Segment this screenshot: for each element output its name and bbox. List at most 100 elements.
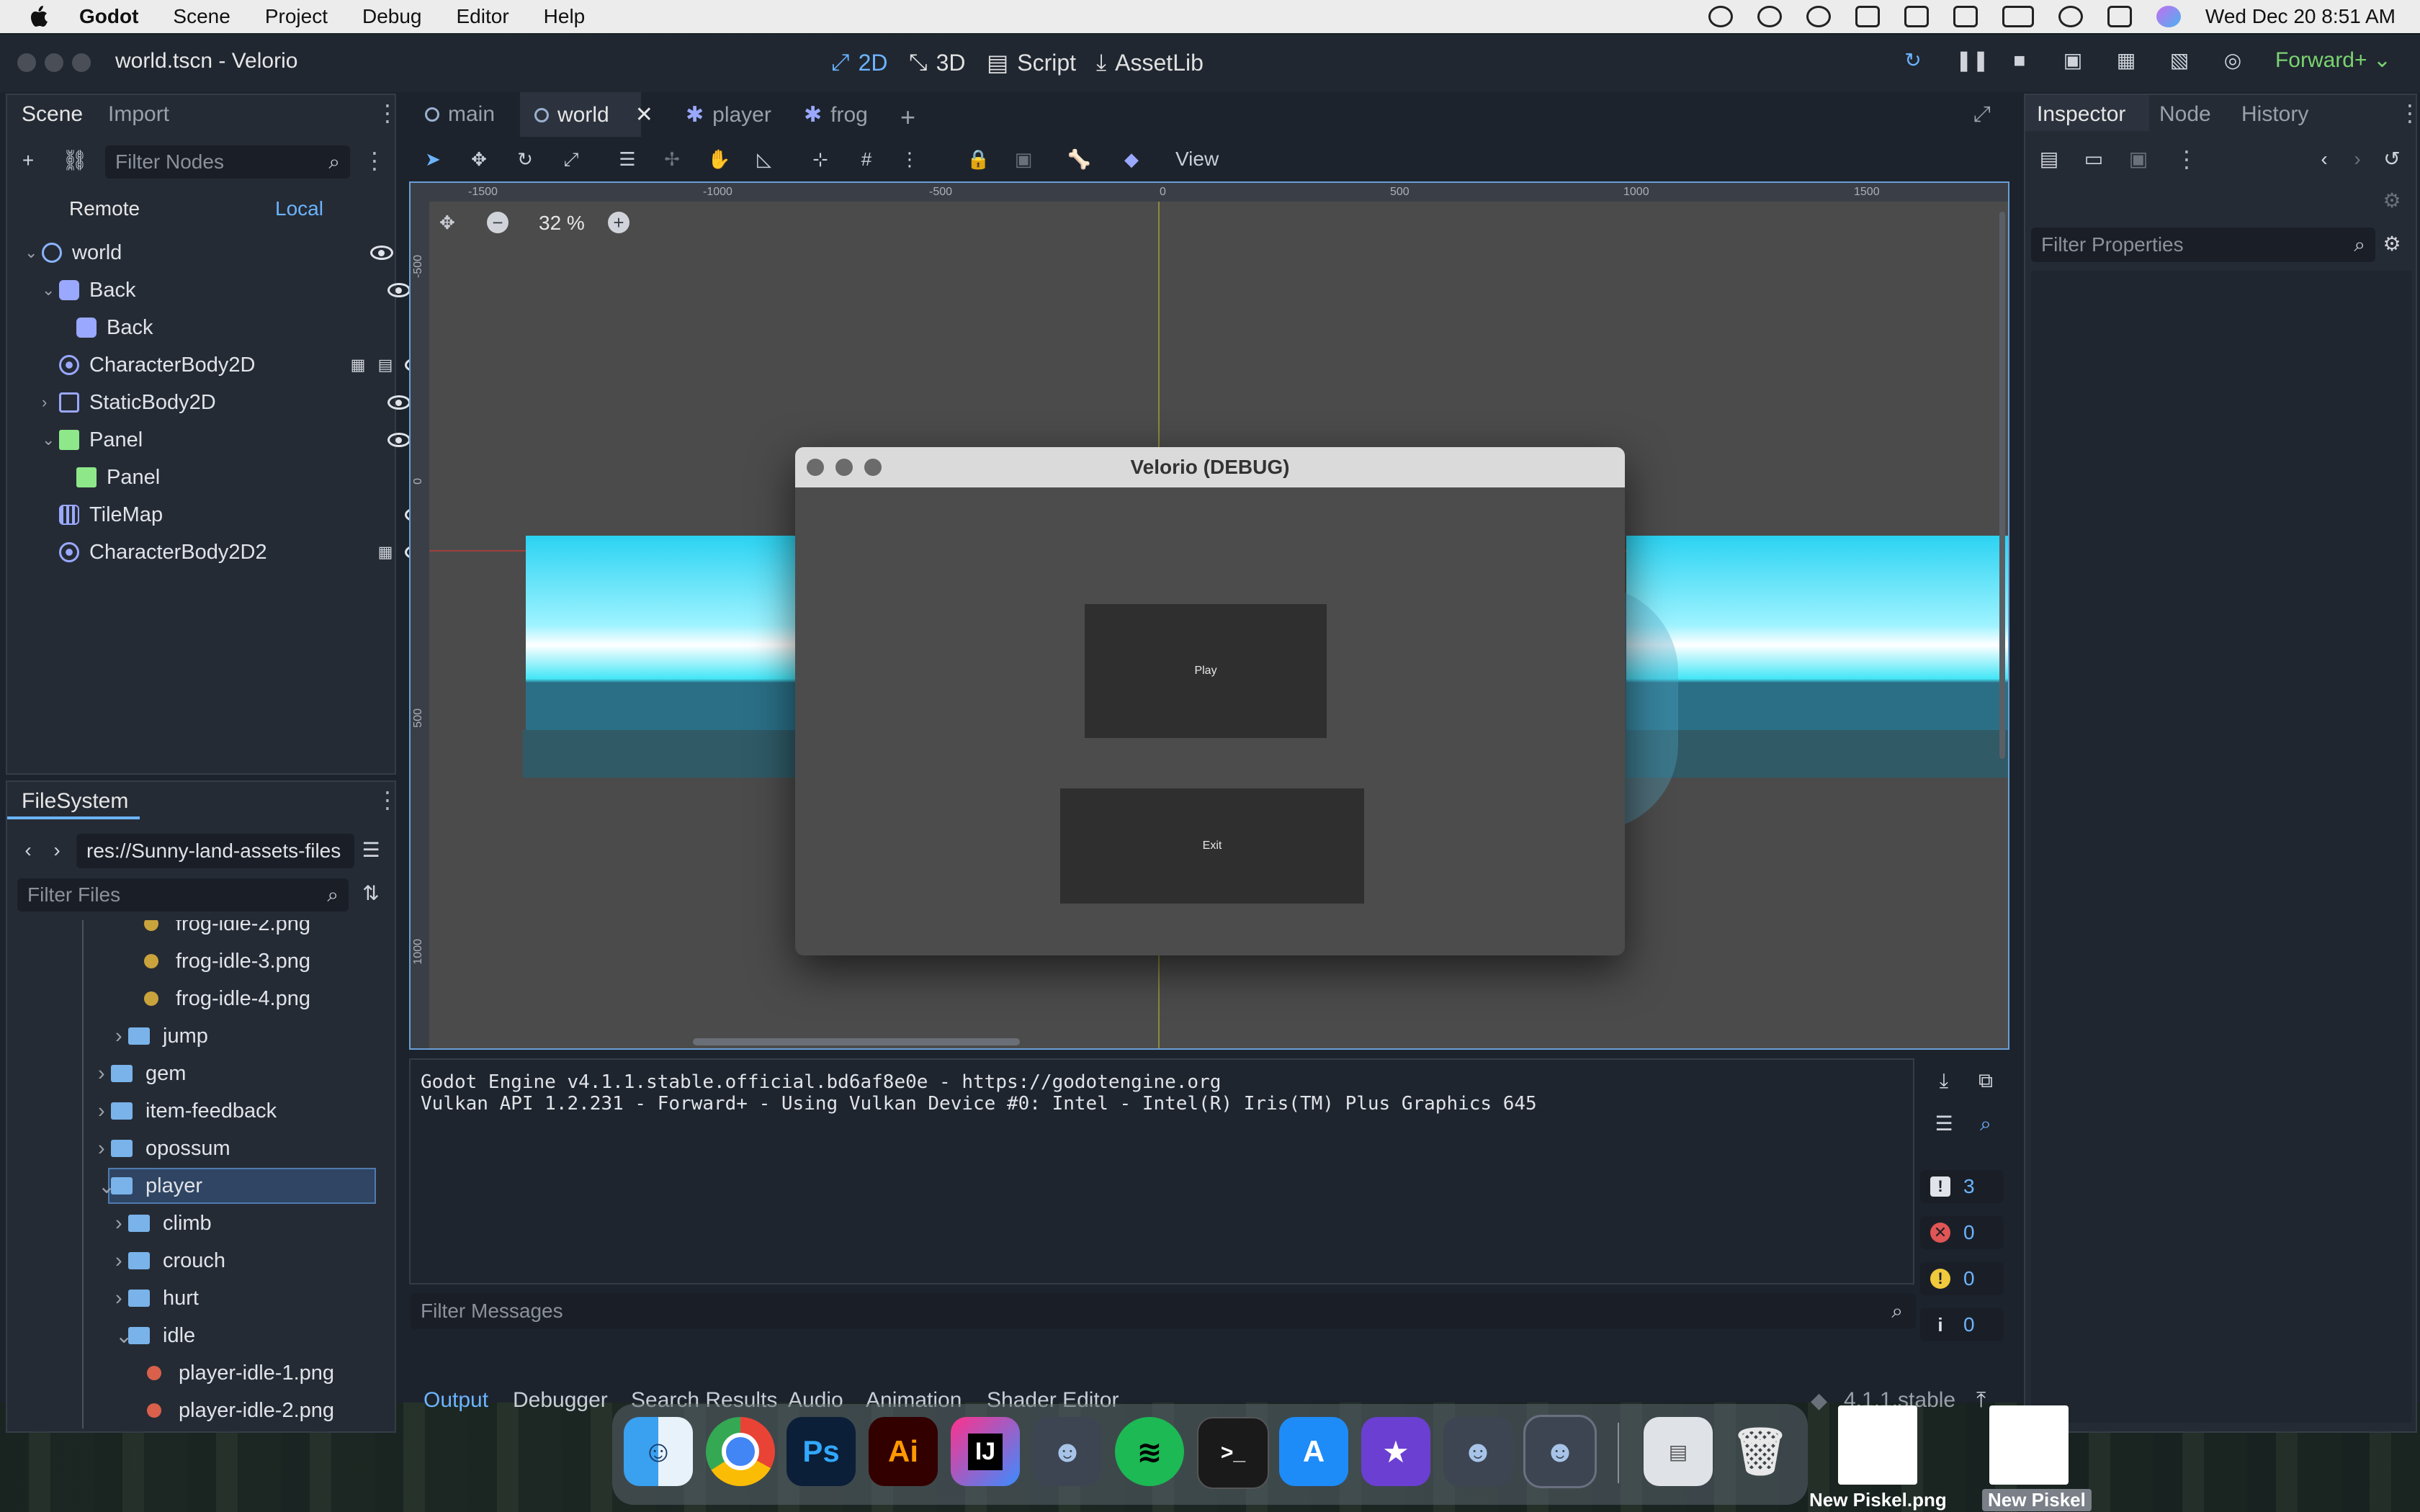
distraction-free-icon[interactable]: ⤢: [1973, 102, 1991, 127]
path-field[interactable]: res://Sunny-land-assets-files: [76, 834, 354, 868]
group-icon[interactable]: ▣: [1013, 148, 1034, 170]
history-back-icon[interactable]: ‹: [2313, 148, 2335, 170]
downloads-icon[interactable]: ▤: [1644, 1417, 1713, 1486]
illustrator-icon[interactable]: Ai: [869, 1417, 938, 1486]
tree-node-back[interactable]: ⌄ Back: [14, 272, 424, 308]
filesystem-menu-icon[interactable]: ⋮: [376, 786, 399, 814]
play-button[interactable]: Play: [1085, 604, 1327, 738]
tab-player[interactable]: ✱ player: [686, 102, 771, 127]
list-tool-icon[interactable]: ☰: [617, 148, 638, 170]
desktop-file-label[interactable]: New Piskel.png: [1809, 1489, 1947, 1511]
smart-snap-icon[interactable]: ⊹: [810, 148, 831, 170]
file-item[interactable]: frog-idle-2.png: [144, 920, 310, 942]
expand-icon[interactable]: ›: [115, 1287, 128, 1310]
filesystem-title[interactable]: FileSystem: [22, 789, 128, 814]
tab-scene[interactable]: Scene: [22, 102, 83, 127]
pivot-tool-icon[interactable]: ✢: [661, 148, 683, 170]
link-icon[interactable]: ⛓: [62, 150, 88, 171]
ruler-tool-icon[interactable]: ◺: [753, 148, 775, 170]
back-icon[interactable]: ‹: [17, 840, 39, 861]
imovie-icon[interactable]: ★: [1361, 1417, 1430, 1486]
godot-icon[interactable]: ☻: [1523, 1415, 1597, 1488]
desktop-file-thumbnail[interactable]: [1838, 1405, 1917, 1485]
collapse-icon[interactable]: ⌄: [24, 243, 42, 262]
menu-project[interactable]: Project: [265, 5, 328, 28]
apple-icon[interactable]: [29, 4, 50, 29]
siri-icon[interactable]: [2156, 6, 2181, 27]
folder-item[interactable]: › hurt: [115, 1280, 199, 1316]
folder-item[interactable]: › jump: [115, 1018, 208, 1054]
creative-cloud-icon[interactable]: [1757, 6, 1782, 27]
file-item[interactable]: player-idle-2.png: [147, 1392, 334, 1428]
zoom-level[interactable]: 32 %: [539, 212, 585, 235]
collapse-icon[interactable]: ⌄: [115, 1323, 133, 1349]
warning-count-toggle[interactable]: ! 0: [1920, 1262, 2004, 1295]
volume-icon[interactable]: [1904, 6, 1929, 27]
expand-icon[interactable]: ›: [98, 1062, 111, 1086]
property-sort-icon[interactable]: ⚙: [2381, 233, 2403, 255]
tree-node-characterbody2d[interactable]: CharacterBody2D ▦ ▤: [14, 347, 441, 383]
scene-dock-menu-icon[interactable]: ⋮: [376, 99, 399, 127]
new-resource-icon[interactable]: ▤: [2038, 148, 2060, 170]
tab-node[interactable]: Node: [2159, 102, 2211, 127]
vertical-scrollbar[interactable]: [1999, 212, 2005, 759]
error-count-toggle[interactable]: ✕ 0: [1920, 1216, 2004, 1249]
photoshop-icon[interactable]: Ps: [786, 1417, 856, 1486]
filter-messages-input[interactable]: Filter Messages ⌕: [411, 1293, 1916, 1329]
clapper-icon[interactable]: ▦: [347, 354, 369, 376]
tab-history[interactable]: History: [2241, 102, 2308, 127]
file-item[interactable]: player-idle-1.png: [147, 1355, 334, 1391]
file-item[interactable]: frog-idle-4.png: [144, 981, 310, 1017]
expand-icon[interactable]: ›: [115, 1212, 128, 1236]
remote-tree-button[interactable]: Remote: [69, 197, 140, 220]
close-window-button[interactable]: [17, 53, 36, 72]
collapse-messages-icon[interactable]: ☰: [1933, 1113, 1955, 1135]
desktop-file-thumbnail[interactable]: [1989, 1405, 2069, 1485]
filter-files-input[interactable]: Filter Files ⌕: [17, 878, 349, 912]
select-tool-icon[interactable]: ➤: [422, 148, 444, 170]
expand-icon[interactable]: ›: [115, 1025, 128, 1048]
info-count-toggle[interactable]: i 0: [1920, 1308, 2004, 1341]
tree-node-back-child[interactable]: Back: [14, 310, 458, 346]
forward-icon[interactable]: ›: [46, 840, 68, 861]
view-menu[interactable]: View: [1175, 148, 1219, 170]
tab-main[interactable]: main: [425, 102, 495, 127]
folder-item[interactable]: › opossum: [98, 1130, 230, 1166]
appstore-icon[interactable]: A: [1279, 1417, 1348, 1486]
zoom-out-icon[interactable]: −: [487, 212, 508, 233]
workspace-3d-button[interactable]: ⤡ 3D: [909, 46, 966, 79]
minimize-window-button[interactable]: [45, 53, 63, 72]
tree-node-tilemap[interactable]: TileMap: [14, 497, 441, 533]
save-resource-icon[interactable]: ▣: [2128, 148, 2149, 170]
menu-scene[interactable]: Scene: [173, 5, 230, 28]
add-node-icon[interactable]: +: [17, 150, 39, 171]
history-forward-icon[interactable]: ›: [2347, 148, 2368, 170]
remote-debug-icon[interactable]: ▣: [2062, 49, 2084, 71]
search-icon[interactable]: [2058, 6, 2083, 27]
keyboard-icon[interactable]: [1708, 6, 1733, 27]
snap-options-icon[interactable]: ⋮: [899, 148, 920, 170]
folder-item[interactable]: ⌄ idle: [115, 1318, 195, 1354]
run-custom-scene-icon[interactable]: ▧: [2169, 49, 2190, 71]
reload-icon[interactable]: ↻: [1902, 49, 1924, 71]
clear-output-icon[interactable]: ⤓: [1933, 1070, 1955, 1092]
tree-node-world[interactable]: ⌄ world: [14, 235, 406, 271]
local-tree-button[interactable]: Local: [275, 197, 323, 220]
message-count-toggle[interactable]: ! 3: [1920, 1170, 2004, 1203]
tab-debugger[interactable]: Debugger: [513, 1388, 608, 1413]
movie-maker-icon[interactable]: ◎: [2222, 49, 2244, 71]
pan-tool-icon[interactable]: ✋: [707, 148, 730, 170]
run-scene-icon[interactable]: ▦: [2115, 49, 2137, 71]
close-tab-icon[interactable]: ✕: [635, 102, 653, 127]
workspace-2d-button[interactable]: ⤢ 2D: [831, 46, 888, 79]
tree-node-staticbody2d[interactable]: › StaticBody2D: [14, 384, 424, 420]
resource-menu-icon[interactable]: ⋮: [2175, 145, 2198, 173]
file-item[interactable]: frog-idle-3.png: [144, 943, 310, 979]
menu-godot[interactable]: Godot: [79, 5, 138, 28]
script-icon[interactable]: ▤: [375, 354, 396, 376]
menu-help[interactable]: Help: [544, 5, 586, 28]
zoom-in-icon[interactable]: +: [608, 212, 629, 233]
visibility-icon[interactable]: [370, 246, 393, 260]
control-center-icon[interactable]: [2107, 6, 2132, 27]
tab-frog[interactable]: ✱ frog: [804, 102, 868, 127]
